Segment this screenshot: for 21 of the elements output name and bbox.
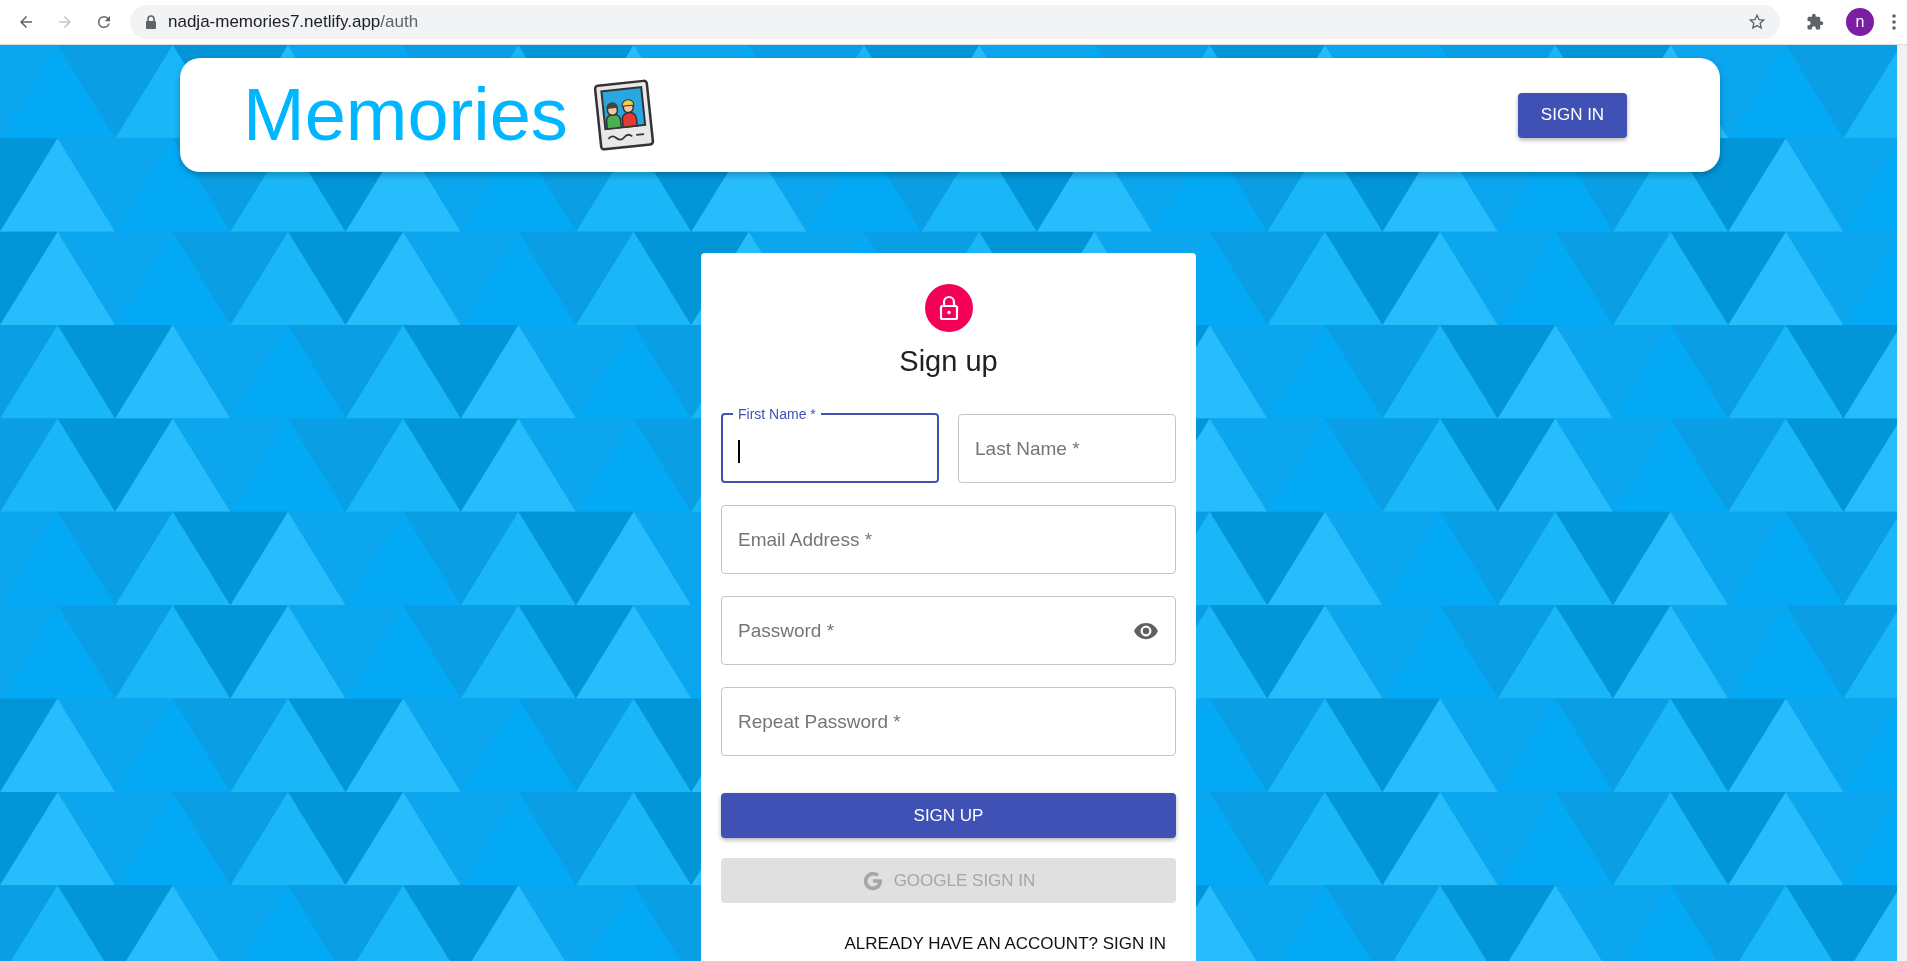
input-field[interactable]: First Name * — [721, 406, 939, 483]
input-field[interactable]: Email Address * — [721, 505, 1176, 574]
google-g-icon — [861, 869, 884, 892]
lock-icon — [924, 284, 973, 332]
input-field[interactable]: Last Name * — [958, 414, 1176, 483]
sign-in-button[interactable]: SIGN IN — [1518, 92, 1627, 138]
input-field[interactable]: Repeat Password * — [721, 687, 1176, 756]
input-field[interactable]: Password * — [721, 596, 1176, 665]
form-title: Sign up — [899, 344, 998, 379]
puzzle-icon[interactable] — [1806, 13, 1824, 31]
address-bar[interactable]: nadja-memories7.netlify.app/auth — [130, 5, 1780, 39]
sign-in-link[interactable]: ALREADY HAVE AN ACCOUNT? SIGN IN — [844, 934, 1166, 954]
url-text: nadja-memories7.netlify.app/auth — [168, 12, 419, 32]
app-title: Memories — [243, 78, 568, 152]
scrollbar[interactable] — [1897, 45, 1907, 961]
profile-avatar[interactable]: n — [1846, 8, 1874, 36]
sign-up-button[interactable]: SIGN UP — [721, 793, 1176, 838]
reload-icon[interactable] — [95, 13, 113, 31]
more-menu-icon[interactable] — [1891, 13, 1897, 31]
lock-icon — [145, 15, 157, 29]
star-icon[interactable] — [1748, 13, 1766, 31]
